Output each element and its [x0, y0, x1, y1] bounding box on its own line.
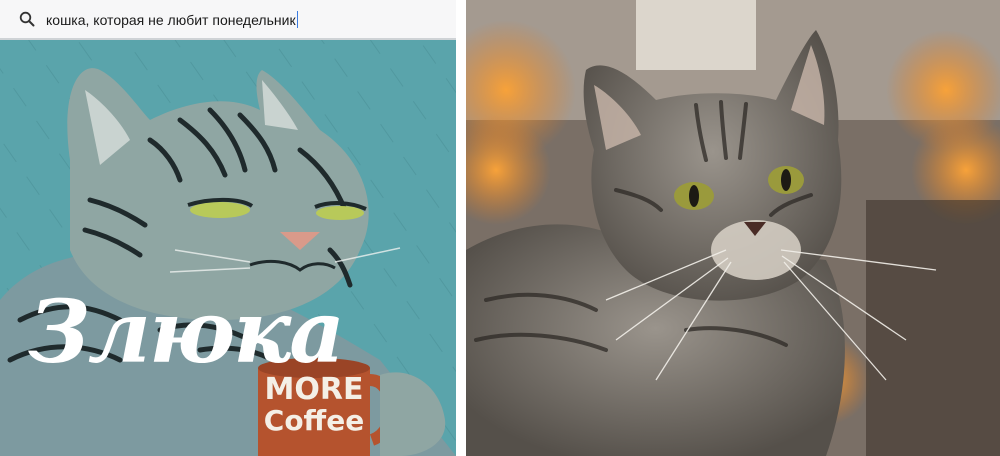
grumpy-cat-illustration — [0, 0, 456, 456]
illustration-panel: Злюка MORE Coffee кошка, которая не люби… — [0, 0, 456, 456]
illustration-title: Злюка — [28, 282, 345, 383]
search-input[interactable]: кошка, которая не любит понедельник — [46, 11, 298, 28]
mug-text-line1: MORE — [264, 372, 364, 407]
search-icon — [19, 11, 35, 27]
text-cursor — [296, 11, 298, 28]
mug-text-line2: Coffee — [263, 403, 365, 437]
tabby-cat-photo — [466, 0, 1000, 456]
search-query: кошка, которая не любит понедельник — [46, 12, 296, 28]
cat-photo-panel — [466, 0, 1000, 456]
mug-label: MORE Coffee — [262, 374, 366, 435]
search-bar[interactable]: кошка, которая не любит понедельник — [0, 0, 456, 40]
